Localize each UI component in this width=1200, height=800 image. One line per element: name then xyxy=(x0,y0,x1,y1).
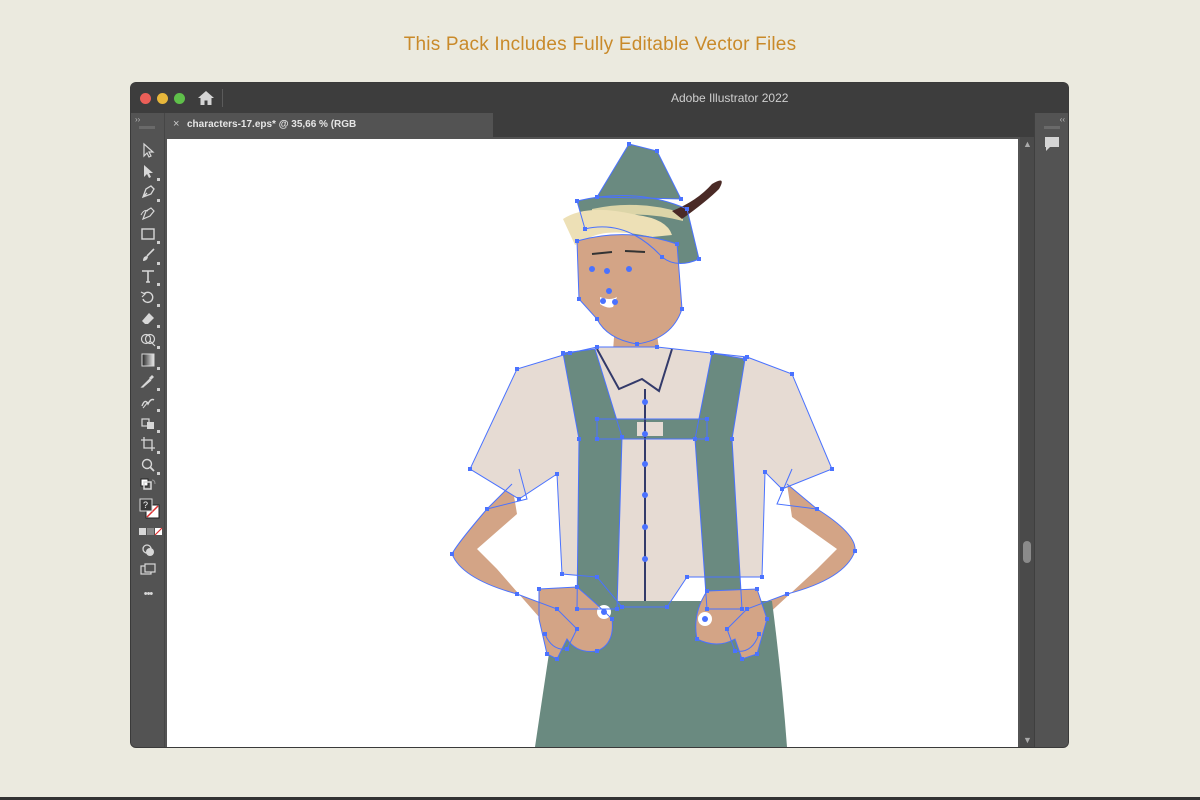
rotate-icon xyxy=(140,291,154,304)
zoom-icon xyxy=(141,458,155,472)
gradient-tool[interactable] xyxy=(139,351,160,370)
document-tab[interactable]: × characters-17.eps* @ 35,66 % (RGB xyxy=(165,113,493,137)
curvature-pen-icon xyxy=(140,207,155,221)
live-paint-tool[interactable] xyxy=(139,414,160,433)
eyebrow-right[interactable] xyxy=(624,250,646,253)
title-separator xyxy=(222,89,223,107)
type-icon xyxy=(142,270,154,283)
vertical-scrollbar[interactable]: ▲ ▼ xyxy=(1020,137,1034,747)
right-panel-dock: ‹‹ xyxy=(1034,113,1068,747)
eraser-tool[interactable] xyxy=(139,309,160,328)
fill-stroke-swatch-icon: ? xyxy=(139,498,160,519)
fill-unknown-label: ? xyxy=(143,500,148,510)
pen-icon xyxy=(141,185,155,199)
draw-mode[interactable] xyxy=(139,541,157,559)
selection-tool[interactable] xyxy=(139,141,157,159)
scroll-thumb[interactable] xyxy=(1023,541,1031,563)
curvature-tool[interactable] xyxy=(139,204,157,222)
tools-panel: ›› ? ••• xyxy=(131,113,165,747)
direct-selection-icon xyxy=(144,165,153,178)
selection-arrow-icon xyxy=(143,142,155,158)
shape-builder-icon xyxy=(140,333,156,347)
collapse-panel-icon[interactable]: ‹‹ xyxy=(1060,115,1065,124)
fill-stroke-swap[interactable] xyxy=(139,477,157,495)
scroll-up-icon[interactable]: ▲ xyxy=(1023,139,1032,149)
rectangle-icon xyxy=(141,228,155,240)
eyedropper-icon xyxy=(140,375,154,388)
zoom-tool[interactable] xyxy=(139,456,160,475)
app-title: Adobe Illustrator 2022 xyxy=(671,91,789,105)
illustrator-window: Adobe Illustrator 2022 ›› ? ••• × charac… xyxy=(131,83,1068,747)
eyedropper-tool[interactable] xyxy=(139,372,160,391)
minimize-window-button[interactable] xyxy=(157,93,168,104)
color-mode-buttons[interactable] xyxy=(139,523,163,541)
draw-mode-icon xyxy=(142,544,154,556)
artboard-tool[interactable] xyxy=(139,435,160,454)
more-tools-button[interactable]: ••• xyxy=(139,585,157,603)
document-tab-bar: × characters-17.eps* @ 35,66 % (RGB xyxy=(165,113,1034,137)
pen-tool[interactable] xyxy=(139,183,160,202)
shape-builder-tool[interactable] xyxy=(139,330,160,349)
collapse-toolbar-icon[interactable]: ›› xyxy=(135,115,140,124)
live-paint-icon xyxy=(141,418,154,429)
neck[interactable] xyxy=(613,319,659,351)
canvas-area[interactable] xyxy=(165,137,1020,747)
document-tab-label: characters-17.eps* @ 35,66 % (RGB xyxy=(187,119,357,130)
paintbrush-icon xyxy=(143,248,155,261)
comment-icon[interactable] xyxy=(1043,135,1061,153)
panel-grip[interactable] xyxy=(1044,126,1060,129)
chest-strap-buckle[interactable] xyxy=(637,422,663,436)
artboard[interactable] xyxy=(167,139,1018,747)
type-tool[interactable] xyxy=(139,267,160,286)
hat-crown[interactable] xyxy=(597,144,681,199)
paintbrush-tool[interactable] xyxy=(139,246,160,265)
blend-icon xyxy=(141,398,155,409)
character-artwork[interactable] xyxy=(167,139,1018,747)
close-tab-icon[interactable]: × xyxy=(173,118,179,130)
rectangle-tool[interactable] xyxy=(139,225,160,244)
scroll-down-icon[interactable]: ▼ xyxy=(1023,735,1032,745)
home-icon[interactable] xyxy=(196,89,216,107)
color-mode-icon xyxy=(139,527,163,536)
close-window-button[interactable] xyxy=(140,93,151,104)
screen-mode-icon xyxy=(140,563,156,575)
gradient-icon xyxy=(141,353,155,367)
artboard-icon xyxy=(141,437,155,451)
direct-selection-tool[interactable] xyxy=(139,162,160,181)
page-headline: This Pack Includes Fully Editable Vector… xyxy=(403,34,797,55)
toolbar-grip[interactable] xyxy=(139,126,155,129)
fill-stroke-swatches[interactable]: ? xyxy=(139,498,161,520)
fill-stroke-swap-icon xyxy=(140,478,156,490)
blend-tool[interactable] xyxy=(139,393,160,412)
screen-mode[interactable] xyxy=(139,561,157,579)
eraser-icon xyxy=(142,313,154,324)
rotate-tool[interactable] xyxy=(139,288,160,307)
title-bar: Adobe Illustrator 2022 xyxy=(131,83,1068,113)
zoom-window-button[interactable] xyxy=(174,93,185,104)
